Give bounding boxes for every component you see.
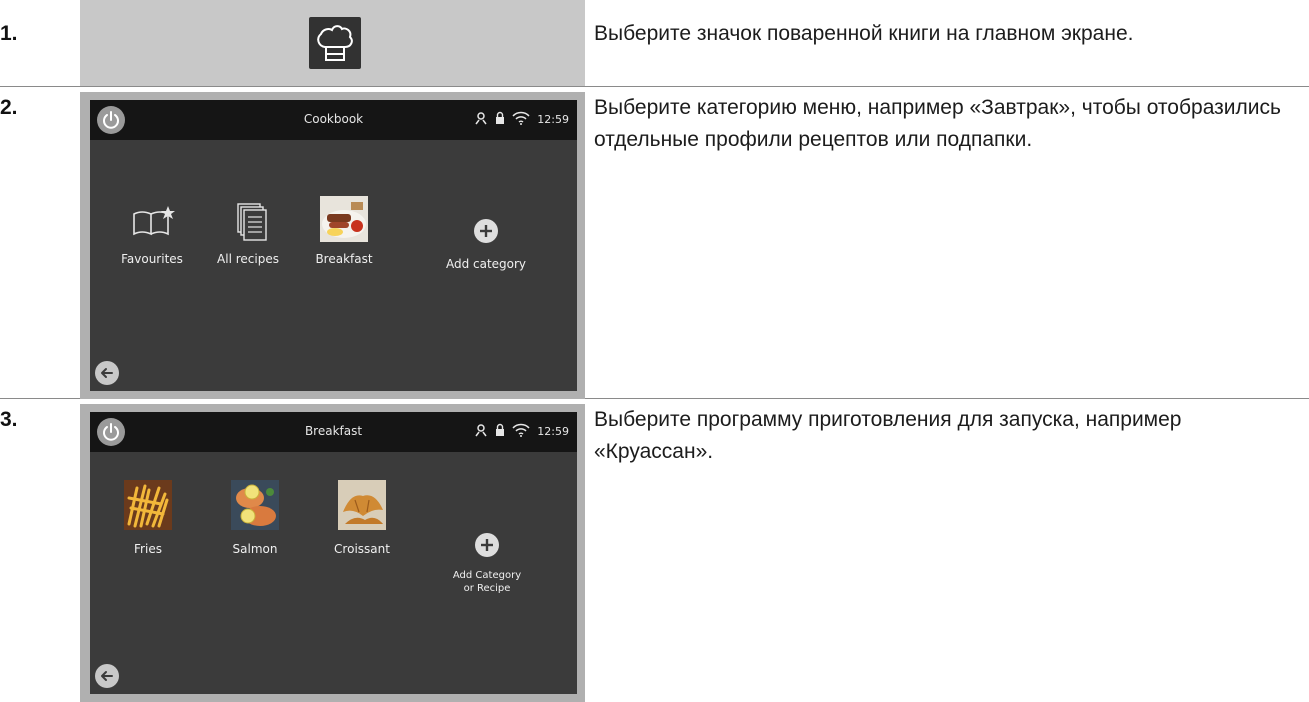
user-icon <box>474 110 488 129</box>
divider-top <box>0 86 1309 87</box>
status-bar: Cookbook 12:59 <box>90 100 577 140</box>
status-bar: Breakfast 12:59 <box>90 412 577 452</box>
wifi-icon <box>512 110 530 129</box>
tile-label: Croissant <box>334 542 390 556</box>
step-2-text: Выберите категорию меню, например «Завтр… <box>594 96 1281 151</box>
tile-label: Add category <box>445 257 527 271</box>
step-1-number: 1. <box>0 22 18 45</box>
tile-salmon[interactable]: Salmon <box>205 478 305 557</box>
tile-all-recipes[interactable]: All recipes <box>198 202 298 267</box>
plus-circle-icon <box>474 219 498 243</box>
tile-croissant[interactable]: Croissant <box>312 478 412 557</box>
user-icon <box>474 422 488 441</box>
tile-breakfast[interactable]: Breakfast <box>294 196 394 267</box>
breakfast-screen: Breakfast 12:59 Fries Salmon Croissant A… <box>90 412 577 694</box>
clock-time: 12:59 <box>537 425 569 438</box>
back-arrow-icon[interactable] <box>95 664 119 688</box>
wifi-icon <box>512 422 530 441</box>
chef-hat-icon[interactable] <box>309 17 361 69</box>
tile-fries[interactable]: Fries <box>98 478 198 557</box>
fries-photo <box>98 478 198 536</box>
tile-label: Salmon <box>232 542 278 556</box>
cookbook-screen-frame: Cookbook 12:59 Favourites All recipes Br… <box>80 92 585 399</box>
book-star-icon <box>102 202 202 246</box>
croissant-photo <box>312 478 412 536</box>
step-1-text: Выберите значок поваренной книги на глав… <box>594 22 1134 45</box>
breakfast-photo <box>294 196 394 246</box>
documents-icon <box>198 202 298 246</box>
tile-label: Add Category or Recipe <box>452 570 522 594</box>
plus-circle-icon <box>475 533 499 557</box>
tile-label: Favourites <box>121 252 183 266</box>
breakfast-screen-frame: Breakfast 12:59 Fries Salmon Croissant A… <box>80 404 585 702</box>
tile-label: Breakfast <box>315 252 373 266</box>
lock-icon <box>495 110 505 129</box>
back-arrow-icon[interactable] <box>95 361 119 385</box>
lock-icon <box>495 422 505 441</box>
salmon-photo <box>205 478 305 536</box>
step-3-text: Выберите программу приготовления для зап… <box>594 408 1182 463</box>
tile-favourites[interactable]: Favourites <box>102 202 202 267</box>
clock-time: 12:59 <box>537 113 569 126</box>
step-3-number: 3. <box>0 408 18 431</box>
tile-add-category[interactable]: Add category <box>436 219 536 272</box>
tile-add-category-or-recipe[interactable]: Add Category or Recipe <box>437 533 537 595</box>
step-2-number: 2. <box>0 96 18 119</box>
tile-label: Fries <box>134 542 162 556</box>
tile-label: All recipes <box>217 252 279 266</box>
cookbook-screen: Cookbook 12:59 Favourites All recipes Br… <box>90 100 577 391</box>
